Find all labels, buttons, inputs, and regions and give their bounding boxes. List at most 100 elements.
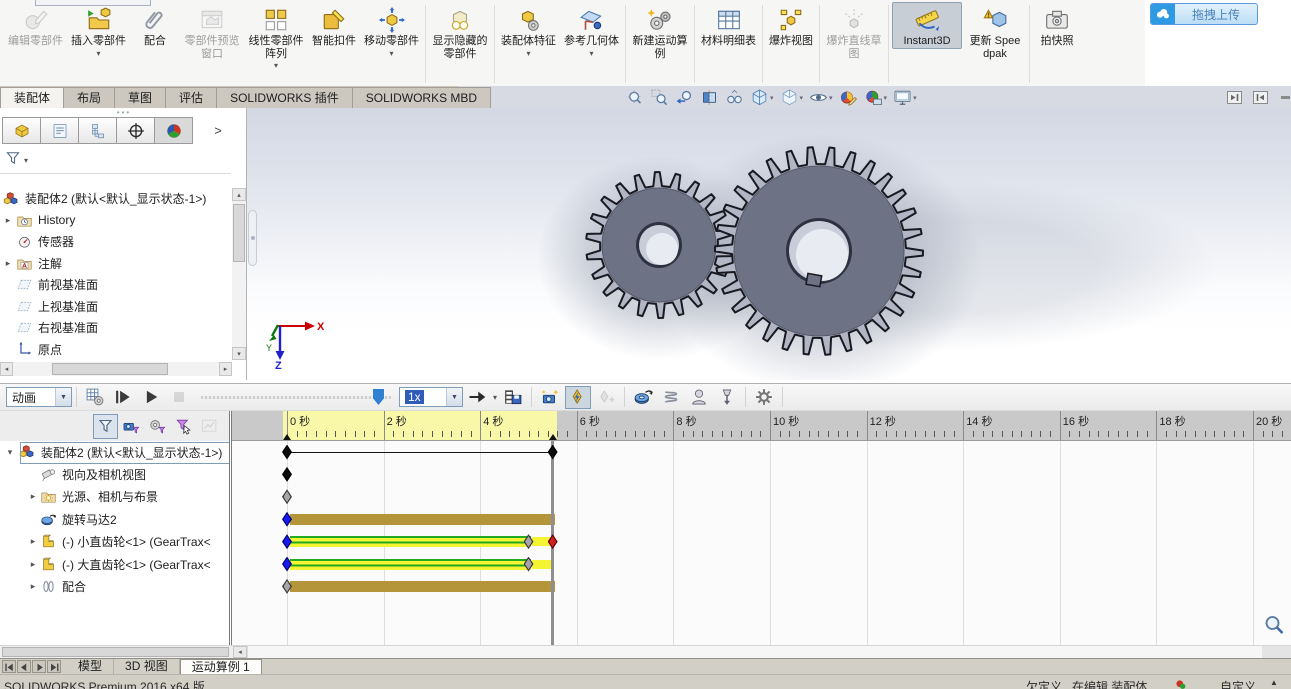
timeline-zoom-icon[interactable] bbox=[1262, 613, 1286, 642]
timeline-key-black[interactable] bbox=[282, 444, 292, 460]
tab-SOLIDWORKS 插件[interactable]: SOLIDWORKS 插件 bbox=[216, 87, 353, 108]
zoom-to-fit-icon[interactable] bbox=[622, 88, 647, 107]
tab-SOLIDWORKS MBD[interactable]: SOLIDWORKS MBD bbox=[351, 87, 492, 108]
doc-tab-模型[interactable]: 模型 bbox=[67, 659, 115, 674]
motion-tree-item-视向及相机视图[interactable]: 视向及相机视图 bbox=[0, 463, 231, 485]
save-animation-button[interactable] bbox=[500, 386, 526, 409]
tree-item-History[interactable]: ▸ History bbox=[0, 210, 231, 232]
section-view-icon[interactable] bbox=[697, 88, 722, 107]
tab-布局[interactable]: 布局 bbox=[63, 87, 116, 108]
panel-expand-button[interactable]: > bbox=[208, 117, 228, 144]
doc-tab-3D 视图[interactable]: 3D 视图 bbox=[114, 659, 180, 674]
timebar-marker-icon[interactable] bbox=[548, 434, 557, 440]
expand-arrow-icon[interactable]: ▸ bbox=[26, 581, 40, 592]
timeline-canvas[interactable] bbox=[232, 441, 1291, 646]
calculate-button[interactable] bbox=[82, 386, 108, 409]
previous-view-icon[interactable] bbox=[672, 88, 697, 107]
tree-vertical-scrollbar[interactable]: ▴ ▾ bbox=[232, 188, 246, 360]
panel-tab-propertymanager[interactable] bbox=[40, 117, 79, 144]
ribbon-button-bom[interactable]: 材料明细表 bbox=[698, 2, 759, 49]
auto-key-button[interactable] bbox=[565, 385, 592, 409]
nav-last-icon[interactable] bbox=[47, 660, 61, 673]
motion-tree-item-光源、相机与布景[interactable]: ▸ 光源、相机与布景 bbox=[0, 486, 231, 508]
chevron-down-icon[interactable]: ▼ bbox=[446, 388, 462, 406]
collapse-right-icon[interactable] bbox=[1252, 89, 1269, 106]
scrollbar-thumb[interactable] bbox=[52, 363, 168, 375]
ribbon-button-mate[interactable]: 配合 bbox=[131, 2, 179, 49]
motion-tree-item-旋转马达2[interactable]: 旋转马达2 bbox=[0, 508, 231, 530]
expand-arrow-icon[interactable]: ▸ bbox=[26, 491, 40, 502]
zoom-to-area-icon[interactable] bbox=[647, 88, 672, 107]
expand-arrow-icon[interactable]: ▸ bbox=[26, 536, 40, 547]
scroll-down-icon[interactable]: ▾ bbox=[232, 347, 246, 360]
slider-thumb[interactable] bbox=[373, 389, 384, 405]
collapse-arrow-icon[interactable]: ▾ bbox=[2, 447, 18, 458]
timebar-marker-icon[interactable] bbox=[283, 434, 291, 440]
panel-tab-featuremanager-design-tree[interactable] bbox=[2, 117, 41, 144]
tree-pane-scroll-thumb[interactable] bbox=[2, 647, 229, 657]
timeline-scroll-track[interactable] bbox=[247, 646, 1263, 658]
gears-model[interactable] bbox=[247, 108, 1291, 393]
doc-tab-运动算例 1[interactable]: 运动算例 1 bbox=[179, 658, 262, 675]
ribbon-button-move-component[interactable]: 移动零部件 ▾ bbox=[361, 2, 422, 59]
playback-mode-button[interactable] bbox=[464, 386, 490, 409]
chevron-down-icon[interactable]: ▾ bbox=[493, 393, 497, 402]
motor-button[interactable] bbox=[630, 386, 656, 409]
chevron-down-icon[interactable]: ▾ bbox=[96, 49, 100, 58]
gravity-button[interactable] bbox=[714, 386, 740, 409]
playback-speed-select[interactable]: 1x ▼ bbox=[399, 387, 463, 407]
timeline-key-black[interactable] bbox=[547, 444, 558, 460]
tree-item-右视基准面[interactable]: 右视基准面 bbox=[0, 317, 231, 339]
ribbon-button-linear-pattern[interactable]: 线性零部件阵列 ▾ bbox=[245, 2, 307, 71]
tree-root-item[interactable]: 装配体2 (默认<默认_显示状态-1>) bbox=[0, 188, 231, 210]
ribbon-button-reference-geometry[interactable]: 参考几何体 ▾ bbox=[561, 2, 622, 59]
chevron-down-icon[interactable]: ▾ bbox=[800, 94, 804, 102]
panel-splitter-handle[interactable] bbox=[248, 210, 257, 266]
timebar-slider[interactable] bbox=[201, 388, 391, 406]
tab-草图[interactable]: 草图 bbox=[114, 87, 167, 108]
ribbon-button-instant3d[interactable]: Instant3D bbox=[892, 2, 962, 49]
motion-tree-item-配合[interactable]: ▸ 配合 bbox=[0, 575, 231, 597]
panel-tab-dimxpertmanager[interactable] bbox=[116, 117, 155, 144]
chevron-down-icon[interactable]: ▾ bbox=[274, 61, 278, 70]
timeline-scroll-left-icon[interactable]: ◂ bbox=[233, 646, 247, 658]
apply-scene-icon[interactable]: ▾ bbox=[861, 88, 891, 107]
motion-splitter[interactable] bbox=[229, 411, 232, 646]
display-style-icon[interactable]: ▾ bbox=[777, 88, 807, 107]
study-type-select[interactable]: 动画 ▼ bbox=[6, 387, 72, 407]
status-expand-arrow-icon[interactable]: ▲ bbox=[1270, 678, 1278, 687]
ribbon-button-new-motion-study[interactable]: 新建运动算例 bbox=[629, 2, 691, 61]
filter-selected-button[interactable] bbox=[171, 414, 196, 439]
motion-study-properties-button[interactable] bbox=[751, 386, 777, 409]
expand-arrow-icon[interactable]: ▸ bbox=[26, 559, 40, 570]
tab-装配体[interactable]: 装配体 bbox=[0, 87, 65, 108]
ribbon-button-update-speedpak[interactable]: 更新 Speedpak bbox=[964, 2, 1026, 61]
filter-funnel-icon[interactable] bbox=[4, 149, 22, 172]
panel-tab-configurationmanager[interactable] bbox=[78, 117, 117, 144]
play-button[interactable] bbox=[138, 386, 164, 409]
expand-arrow-icon[interactable]: ▸ bbox=[0, 215, 16, 226]
view-orientation-icon[interactable]: ▾ bbox=[747, 88, 777, 107]
drag-upload-button[interactable]: 拖拽上传 bbox=[1150, 3, 1258, 25]
timeline-key-gray[interactable] bbox=[282, 489, 292, 505]
filter-all-button[interactable] bbox=[93, 413, 118, 439]
motion-tree-item-(-) 大直齿轮<1> (GearTrax<[interactable]: ▸ (-) 大直齿轮<1> (GearTrax< bbox=[0, 553, 231, 575]
chevron-down-icon[interactable]: ▾ bbox=[24, 156, 28, 165]
chevron-down-icon[interactable]: ▾ bbox=[884, 94, 888, 102]
chevron-down-icon[interactable]: ▼ bbox=[55, 388, 71, 406]
view-settings-icon[interactable]: ▾ bbox=[890, 88, 920, 107]
play-from-start-button[interactable] bbox=[110, 386, 136, 409]
motion-tree-item-(-) 小直齿轮<1> (GearTrax<[interactable]: ▸ (-) 小直齿轮<1> (GearTrax< bbox=[0, 531, 231, 553]
tree-horizontal-scrollbar[interactable]: ◂ ▸ bbox=[0, 362, 232, 376]
ribbon-button-assembly-features[interactable]: 装配体特征 ▾ bbox=[498, 2, 559, 59]
scrollbar-thumb[interactable] bbox=[233, 204, 245, 262]
filter-animated-button[interactable] bbox=[119, 414, 144, 439]
nav-first-icon[interactable] bbox=[2, 660, 16, 673]
chevron-down-icon[interactable]: ▾ bbox=[770, 94, 774, 102]
ribbon-button-smart-fasteners[interactable]: 智能扣件 bbox=[309, 2, 359, 49]
chevron-down-icon[interactable]: ▾ bbox=[526, 49, 530, 58]
minimize-dash-icon[interactable] bbox=[1281, 96, 1290, 99]
tree-item-前视基准面[interactable]: 前视基准面 bbox=[0, 274, 231, 296]
hide-show-items-icon[interactable]: ▾ bbox=[806, 88, 836, 107]
ribbon-button-exploded-view[interactable]: 爆炸视图 bbox=[766, 2, 816, 49]
